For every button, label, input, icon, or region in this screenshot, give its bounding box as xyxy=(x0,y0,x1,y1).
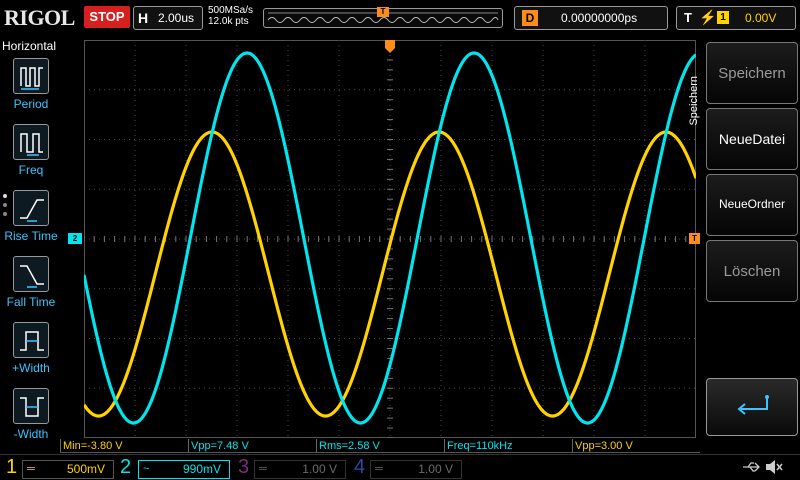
frequency-icon xyxy=(13,124,49,160)
measure-negative-width[interactable]: -Width xyxy=(0,388,62,450)
channel-4-number: 4 xyxy=(354,456,366,478)
trigger-level-marker[interactable]: T xyxy=(689,233,700,244)
delay-label: D xyxy=(522,10,538,26)
fall-time-label: Fall Time xyxy=(6,295,56,309)
channel-2-scale: 990mV xyxy=(182,462,221,476)
top-status-bar: RIGOL STOP H 2.00us 500MSa/s 12.0k pts T… xyxy=(0,0,800,36)
new-file-button[interactable]: NeueDatei xyxy=(706,108,798,170)
channel-2-scale-box: ~ 990mV xyxy=(138,460,230,479)
measurement-item: Vpp=7.48 V xyxy=(188,439,316,453)
delete-button-label: Löschen xyxy=(723,263,781,280)
measurement-divider xyxy=(60,452,700,453)
channel-1-status[interactable]: 1 ═ 500mV xyxy=(0,456,115,479)
rising-edge-icon: ⚡ xyxy=(699,9,717,25)
trigger-position-arrow xyxy=(385,40,395,53)
measure-frequency[interactable]: Freq xyxy=(0,124,62,186)
delay-value: 0.00000000ps xyxy=(561,11,638,25)
period-label: Period xyxy=(13,97,49,111)
sample-rate: 500MSa/s xyxy=(208,5,254,16)
negative-width-label: -Width xyxy=(13,427,49,441)
new-folder-button-label: NeueOrdner xyxy=(718,197,786,211)
waveform-display[interactable] xyxy=(82,39,698,439)
channel-3-number: 3 xyxy=(238,456,250,478)
rise-time-label: Rise Time xyxy=(4,229,58,243)
new-file-button-label: NeueDatei xyxy=(718,131,786,147)
measurement-item: Freq=110kHz xyxy=(444,439,572,453)
ac-coupling-icon: ~ xyxy=(143,463,150,475)
dc-coupling-icon: ═ xyxy=(375,463,383,475)
save-button-label: Speichern xyxy=(718,65,786,82)
horizontal-label: H xyxy=(138,10,149,26)
ch1-waveform xyxy=(82,130,698,418)
channel-1-scale: 500mV xyxy=(66,462,105,476)
measure-positive-width[interactable]: +Width xyxy=(0,322,62,384)
delete-button[interactable]: Löschen xyxy=(706,240,798,302)
channel-2-status[interactable]: 2 ~ 990mV xyxy=(116,456,231,479)
usb-icon xyxy=(743,462,760,472)
trigger-source: 1 xyxy=(717,11,729,24)
positive-width-icon xyxy=(13,322,49,358)
trigger-settings-box[interactable] xyxy=(676,6,796,30)
timebase-value: 2.00us xyxy=(158,11,195,25)
measure-period[interactable]: Period xyxy=(0,58,62,120)
fall-time-icon xyxy=(13,256,49,292)
frequency-label: Freq xyxy=(18,163,44,177)
save-button[interactable]: Speichern xyxy=(706,42,798,104)
back-button[interactable] xyxy=(706,378,798,436)
channel-4-scale-box: ═ 1.00 V xyxy=(370,460,462,479)
rise-time-icon xyxy=(13,190,49,226)
channel-3-scale-box: ═ 1.00 V xyxy=(254,460,346,479)
trigger-label: T xyxy=(684,10,692,25)
return-arrow-icon xyxy=(737,395,769,415)
speaker-muted-icon[interactable] xyxy=(765,459,783,475)
brand-logo: RIGOL xyxy=(4,5,75,30)
ch2-offset-marker[interactable]: 2 xyxy=(68,233,82,244)
measure-fall-time[interactable]: Fall Time xyxy=(0,256,62,318)
measurement-item: Vpp=3.00 V xyxy=(572,439,700,453)
dc-coupling-icon: ═ xyxy=(27,463,35,475)
measurement-results-bar: Min=-3.80 V Vpp=7.48 V Rms=2.58 V Freq=1… xyxy=(60,438,700,453)
run-stop-button[interactable]: STOP xyxy=(84,6,130,28)
channel-4-status[interactable]: 4 ═ 1.00 V xyxy=(348,456,463,479)
channel-3-scale: 1.00 V xyxy=(302,462,337,476)
positive-width-label: +Width xyxy=(12,361,50,375)
dc-coupling-icon: ═ xyxy=(259,463,267,475)
channel-4-scale: 1.00 V xyxy=(418,462,453,476)
menu-side-label: Speichern xyxy=(688,76,700,126)
sample-rate-info: 500MSa/s 12.0k pts xyxy=(208,5,253,27)
channel-3-status[interactable]: 3 ═ 1.00 V xyxy=(232,456,347,479)
measurement-item: Rms=2.58 V xyxy=(316,439,444,453)
measure-rise-time[interactable]: Rise Time xyxy=(0,190,62,252)
measurement-menu: Horizontal Period Freq Rise Time Fall Ti… xyxy=(0,36,62,454)
channel-status-bar: 1 ═ 500mV 2 ~ 990mV 3 ═ 1.00 V 4 ═ 1.00 … xyxy=(0,454,800,480)
memory-depth: 12.0k pts xyxy=(208,16,249,27)
new-folder-button[interactable]: NeueOrdner xyxy=(706,174,798,236)
channel-1-number: 1 xyxy=(6,456,18,478)
channel-2-number: 2 xyxy=(120,456,132,478)
negative-width-icon xyxy=(13,388,49,424)
trigger-position-marker[interactable]: T xyxy=(377,7,389,17)
oscilloscope-graticule xyxy=(82,39,698,439)
measurement-item: Min=-3.80 V xyxy=(60,439,188,453)
menu-title: Horizontal xyxy=(2,39,57,53)
period-icon xyxy=(13,58,49,94)
channel-1-scale-box: ═ 500mV xyxy=(22,460,114,479)
horizontal-timebase-box[interactable]: H 2.00us xyxy=(133,6,203,30)
save-menu: Speichern Speichern NeueDatei NeueOrdner… xyxy=(688,36,800,454)
trigger-level-value: 0.00V xyxy=(745,11,777,25)
